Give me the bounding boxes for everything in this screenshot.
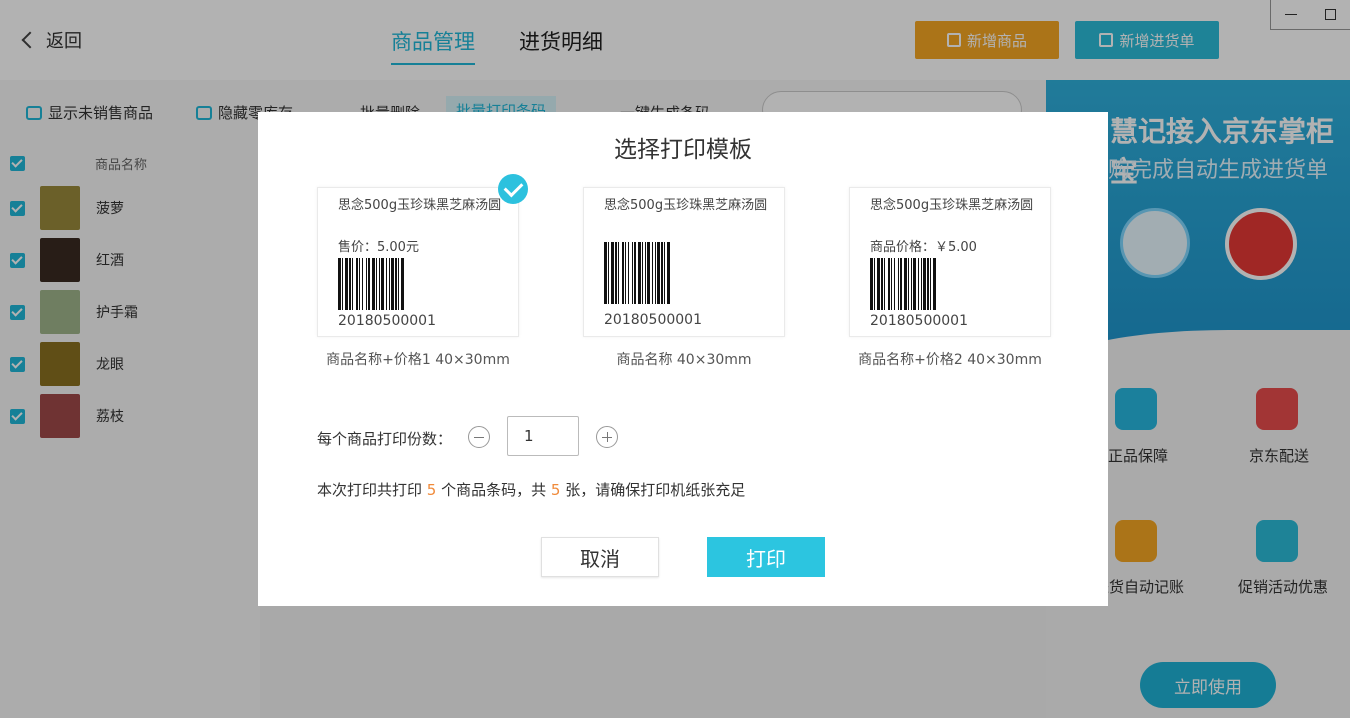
barcode-stripe [670,242,671,304]
print-template-dialog: 选择打印模板 思念500g玉珍珠黑芝麻汤圆 售价：5.00元 201805000… [258,112,1108,606]
template-product-name: 思念500g玉珍珠黑芝麻汤圆 [870,198,1034,213]
template-card-name[interactable]: 思念500g玉珍珠黑芝麻汤圆 20180500001 [583,187,785,337]
template-caption: 商品名称+价格1 40×30mm [326,352,510,368]
barcode-image [870,258,1002,310]
summary-item-count: 5 [426,481,437,499]
barcode-image [604,242,744,304]
template-product-name: 思念500g玉珍珠黑芝麻汤圆 [338,198,502,213]
template-card-name-price-2[interactable]: 思念500g玉珍珠黑芝麻汤圆 商品价格：￥5.00 20180500001 [849,187,1051,337]
template-price: 商品价格：￥5.00 [870,240,977,255]
barcode-stripe [404,258,405,310]
template-product-name: 思念500g玉珍珠黑芝麻汤圆 [604,198,768,213]
template-card-name-price-1[interactable]: 思念500g玉珍珠黑芝麻汤圆 售价：5.00元 20180500001 [317,187,519,337]
copies-input[interactable] [507,416,579,456]
barcode-stripe [936,258,937,310]
copies-label: 每个商品打印份数： [317,430,453,448]
template-caption: 商品名称 40×30mm [616,352,752,368]
selected-check-icon [498,174,528,204]
barcode-image [338,258,470,310]
template-price: 售价：5.00元 [338,240,419,255]
summary-sheet-count: 5 [550,481,561,499]
cancel-button[interactable]: 取消 [541,537,659,577]
increment-button[interactable] [596,426,618,448]
barcode-number: 20180500001 [870,313,968,329]
barcode-number: 20180500001 [604,312,702,328]
dialog-title: 选择打印模板 [614,137,752,163]
summary-middle: 个商品条码，共 [441,481,547,499]
decrement-button[interactable] [468,426,490,448]
template-caption: 商品名称+价格2 40×30mm [858,352,1042,368]
summary-suffix: 张，请确保打印机纸张充足 [565,481,746,499]
barcode-number: 20180500001 [338,313,436,329]
print-summary: 本次打印共打印 5 个商品条码，共 5 张，请确保打印机纸张充足 [317,479,745,500]
print-button[interactable]: 打印 [707,537,825,577]
summary-prefix: 本次打印共打印 [317,481,423,499]
